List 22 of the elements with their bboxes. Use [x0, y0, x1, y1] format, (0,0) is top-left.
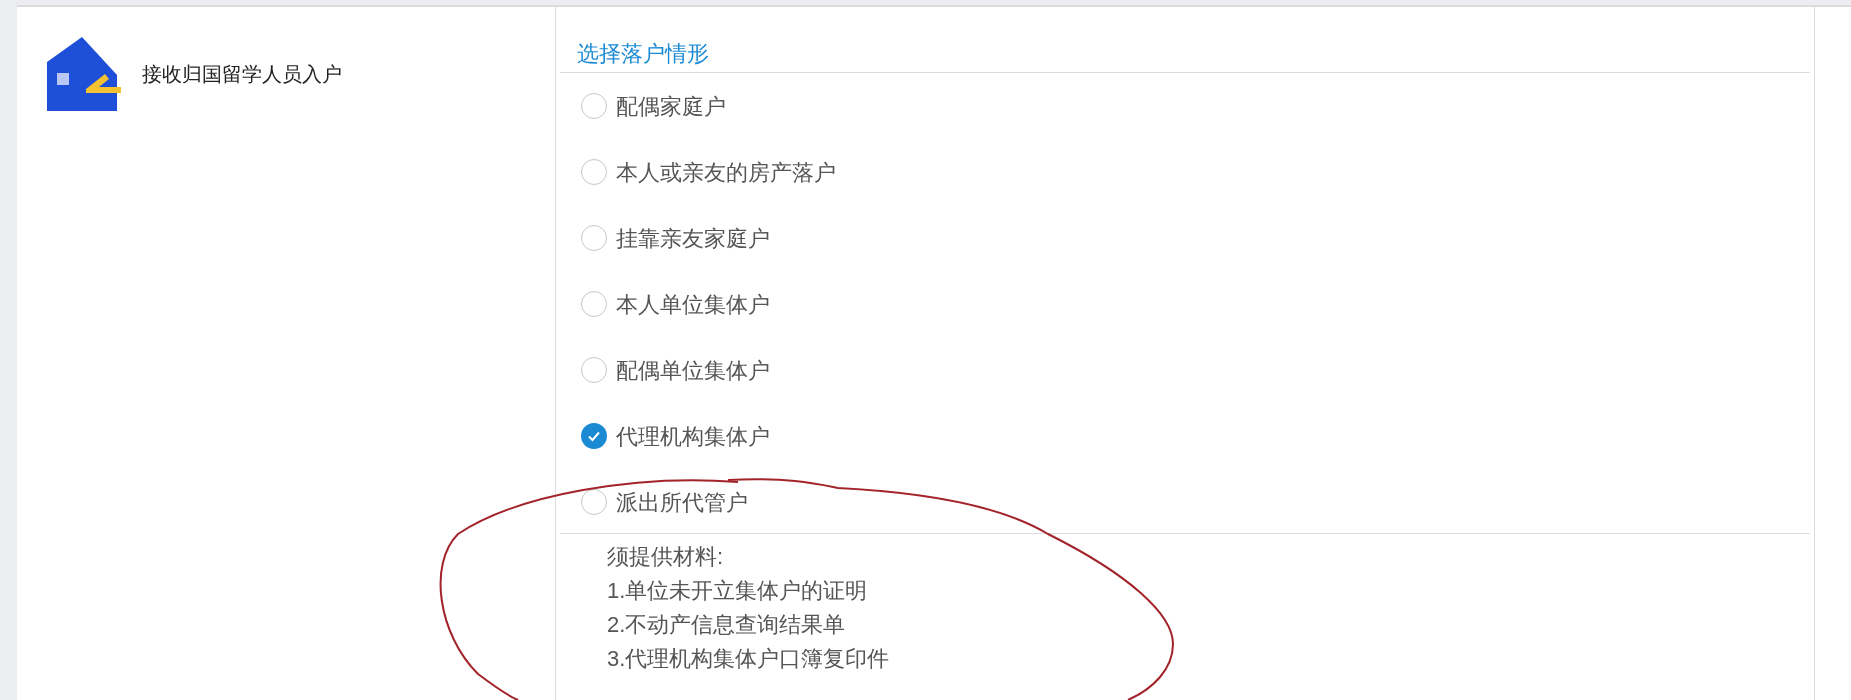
materials-line: 3.代理机构集体户口簿复印件	[607, 645, 891, 673]
materials-line: 2.不动产信息查询结果单	[607, 611, 847, 639]
radio-button[interactable]	[581, 489, 607, 515]
radio-button[interactable]	[581, 93, 607, 119]
radio-option[interactable]: 本人或亲友的房产落户	[581, 139, 836, 205]
house-icon	[47, 37, 121, 111]
radio-option[interactable]: 配偶单位集体户	[581, 337, 770, 403]
radio-option[interactable]: 本人单位集体户	[581, 271, 770, 337]
radio-option[interactable]: 配偶家庭户	[581, 73, 726, 139]
materials-line: 1.单位未开立集体户的证明	[607, 577, 869, 605]
check-icon	[587, 429, 601, 443]
radio-button[interactable]	[581, 291, 607, 317]
materials-line: 须提供材料:	[607, 543, 725, 571]
radio-option[interactable]: 挂靠亲友家庭户	[581, 205, 770, 271]
radio-button[interactable]	[581, 159, 607, 185]
section-title: 选择落户情形	[577, 41, 709, 66]
item-label: 接收归国留学人员入户	[142, 62, 342, 87]
radio-checked[interactable]	[581, 423, 607, 449]
radio-button[interactable]	[581, 357, 607, 383]
radio-option[interactable]: 代理机构集体户	[581, 403, 770, 469]
radio-button[interactable]	[581, 225, 607, 251]
radio-option[interactable]: 派出所代管户	[581, 469, 748, 535]
